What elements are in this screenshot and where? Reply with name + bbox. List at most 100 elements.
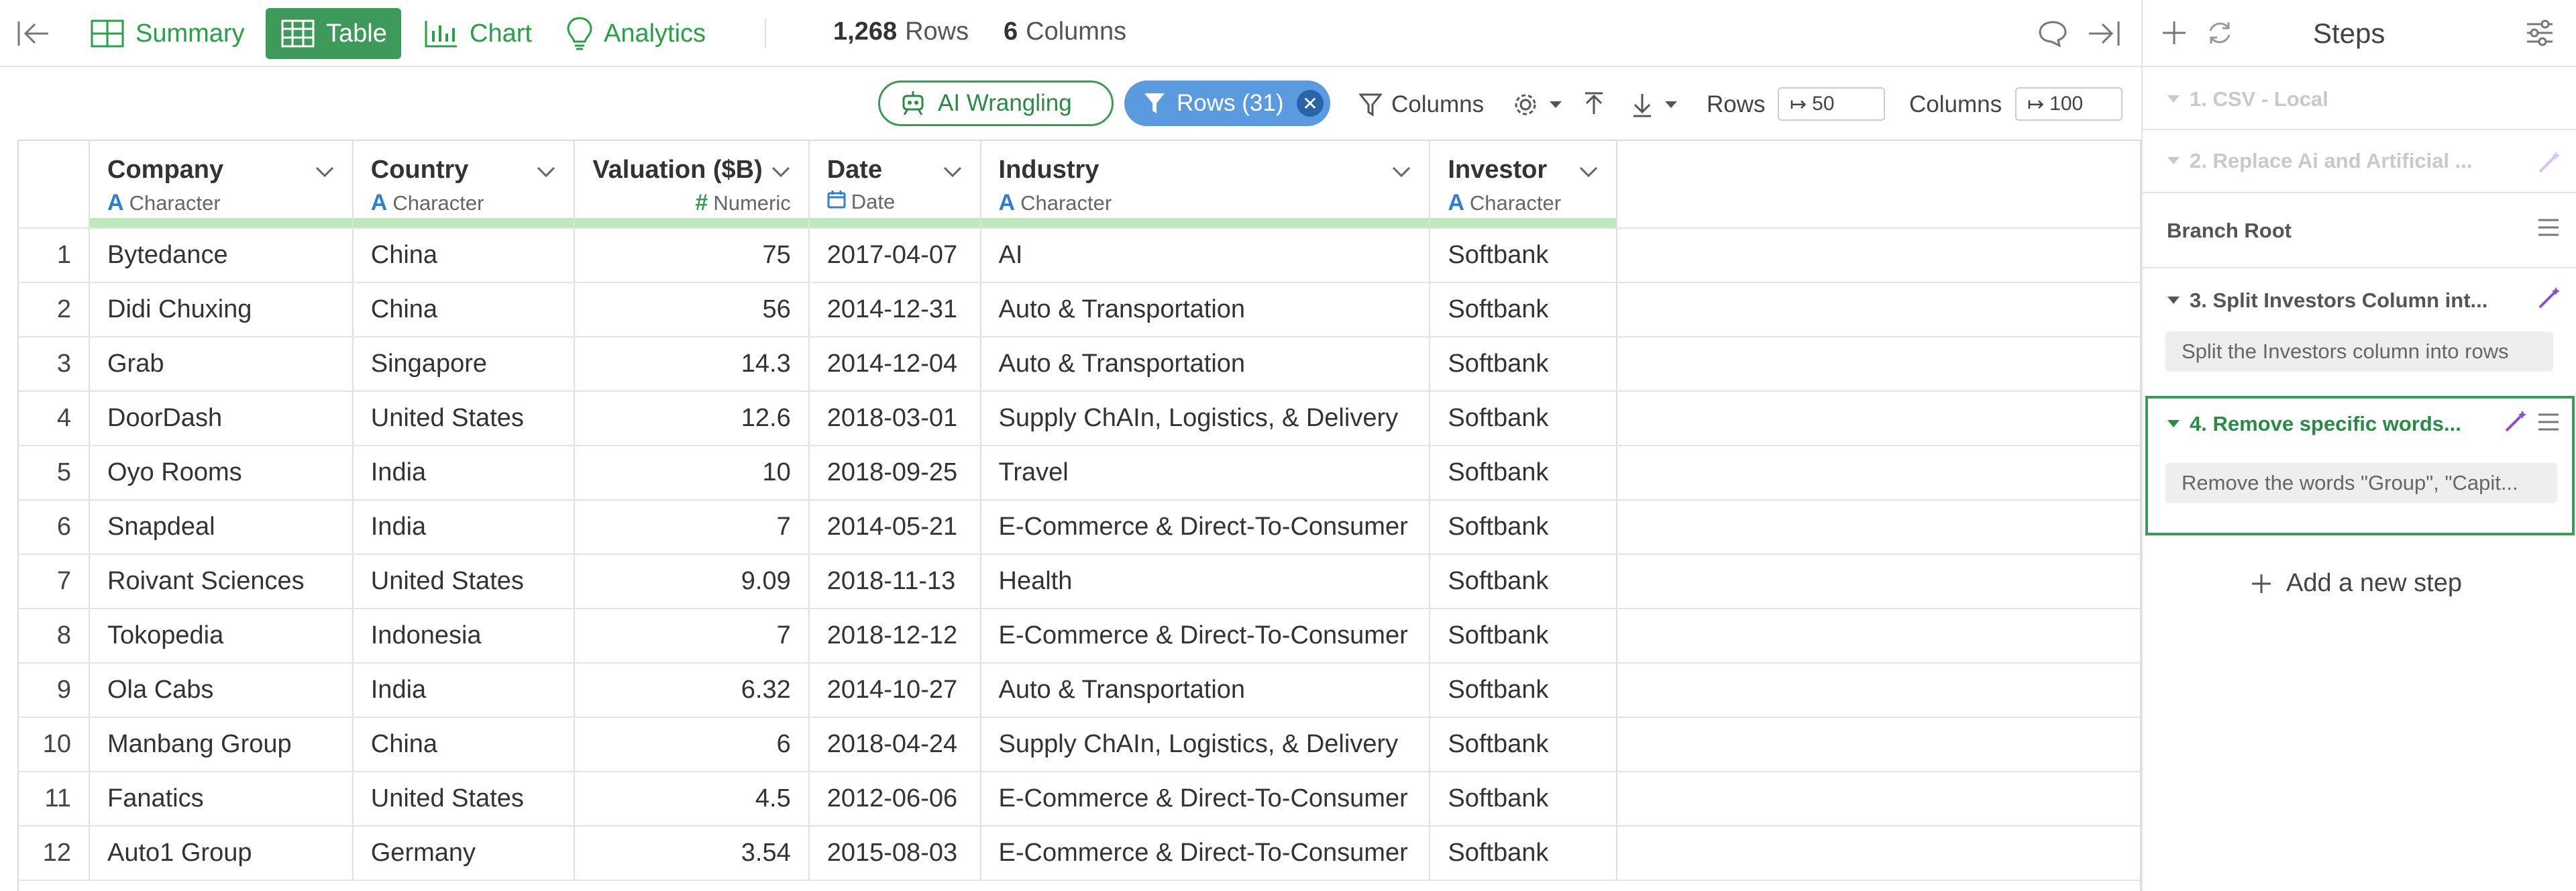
cell-investor[interactable]: Softbank xyxy=(1430,228,1618,283)
cell-valuation[interactable]: 14.3 xyxy=(574,337,810,392)
cell-investor[interactable]: Softbank xyxy=(1430,282,1618,337)
cell-company[interactable]: Fanatics xyxy=(89,772,354,827)
cell-company[interactable]: Oyo Rooms xyxy=(89,446,354,501)
cell-investor[interactable]: Softbank xyxy=(1430,554,1618,609)
cell-date[interactable]: 2018-12-12 xyxy=(808,609,981,664)
cell-valuation[interactable]: 6 xyxy=(574,717,810,772)
cell-company[interactable]: Bytedance xyxy=(89,228,354,283)
cell-valuation[interactable]: 3.54 xyxy=(574,826,810,881)
menu-icon[interactable] xyxy=(2537,412,2560,435)
cell-industry[interactable]: Health xyxy=(980,554,1431,609)
column-header-country[interactable]: Country A Character xyxy=(352,141,576,229)
column-header-date[interactable]: Date Date xyxy=(808,141,981,229)
settings-dropdown[interactable] xyxy=(1512,91,1563,118)
row-index[interactable]: 10 xyxy=(19,717,90,772)
rows-limit-input[interactable]: ↦ 50 xyxy=(1778,87,1885,121)
cell-industry[interactable]: Travel xyxy=(980,446,1431,501)
cell-company[interactable]: Didi Chuxing xyxy=(89,282,354,337)
refresh-icon[interactable] xyxy=(2206,19,2234,50)
rows-filter-chip[interactable]: Rows (31) ✕ xyxy=(1124,81,1330,126)
cell-country[interactable]: Singapore xyxy=(352,337,576,392)
collapse-right-icon[interactable] xyxy=(2086,19,2121,48)
step-1[interactable]: 1. CSV - Local xyxy=(2143,67,2576,129)
cell-valuation[interactable]: 12.6 xyxy=(574,391,810,446)
step-3[interactable]: 3. Split Investors Column int... Split t… xyxy=(2143,268,2576,396)
cell-investor[interactable]: Softbank xyxy=(1430,826,1618,881)
cell-valuation[interactable]: 7 xyxy=(574,609,810,664)
row-index[interactable]: 8 xyxy=(19,609,90,664)
cell-country[interactable]: Indonesia xyxy=(352,609,576,664)
row-index[interactable]: 4 xyxy=(19,391,90,446)
chevron-down-icon[interactable] xyxy=(943,156,963,185)
cell-investor[interactable]: Softbank xyxy=(1430,663,1618,718)
cell-country[interactable]: China xyxy=(352,228,576,283)
row-index[interactable]: 3 xyxy=(19,337,90,392)
cell-industry[interactable]: Auto & Transportation xyxy=(980,337,1431,392)
row-index[interactable]: 1 xyxy=(19,228,90,283)
columns-limit-input[interactable]: ↦ 100 xyxy=(2015,87,2123,121)
ai-wrangling-button[interactable]: AI Wrangling xyxy=(878,81,1114,126)
cell-valuation[interactable]: 7 xyxy=(574,500,810,555)
sliders-icon[interactable] xyxy=(2525,19,2555,50)
cell-industry[interactable]: E-Commerce & Direct-To-Consumer xyxy=(980,826,1431,881)
column-header-industry[interactable]: Industry A Character xyxy=(980,141,1431,229)
cell-country[interactable]: United States xyxy=(352,391,576,446)
column-header-company[interactable]: Company A Character xyxy=(89,141,354,229)
cell-investor[interactable]: Softbank xyxy=(1430,772,1618,827)
cell-valuation[interactable]: 56 xyxy=(574,282,810,337)
chevron-down-icon[interactable] xyxy=(315,156,335,185)
cell-country[interactable]: China xyxy=(352,717,576,772)
close-icon[interactable]: ✕ xyxy=(1297,90,1324,117)
cell-country[interactable]: United States xyxy=(352,772,576,827)
cell-country[interactable]: India xyxy=(352,663,576,718)
magic-wand-icon[interactable] xyxy=(2504,409,2528,437)
cell-company[interactable]: Roivant Sciences xyxy=(89,554,354,609)
cell-company[interactable]: Manbang Group xyxy=(89,717,354,772)
cell-investor[interactable]: Softbank xyxy=(1430,391,1618,446)
tab-analytics[interactable]: Analytics xyxy=(551,8,720,59)
cell-date[interactable]: 2014-10-27 xyxy=(808,663,981,718)
chevron-down-icon[interactable] xyxy=(1391,156,1411,185)
cell-valuation[interactable]: 9.09 xyxy=(574,554,810,609)
step-4[interactable]: 4. Remove specific words... Remove the w… xyxy=(2145,396,2575,535)
cell-valuation[interactable]: 6.32 xyxy=(574,663,810,718)
cell-industry[interactable]: E-Commerce & Direct-To-Consumer xyxy=(980,609,1431,664)
cell-industry[interactable]: Supply ChAIn, Logistics, & Delivery xyxy=(980,391,1431,446)
magic-wand-icon[interactable] xyxy=(2537,286,2561,313)
chevron-down-icon[interactable] xyxy=(536,156,556,185)
cell-country[interactable]: India xyxy=(352,446,576,501)
row-index[interactable]: 11 xyxy=(19,772,90,827)
cell-country[interactable]: Germany xyxy=(352,826,576,881)
comment-icon[interactable] xyxy=(2038,20,2068,47)
add-step-button[interactable]: Add a new step xyxy=(2250,569,2462,598)
row-index[interactable]: 12 xyxy=(19,826,90,881)
column-header-valuation[interactable]: Valuation ($B) # Numeric xyxy=(574,141,810,229)
download-dropdown[interactable] xyxy=(1630,91,1678,118)
chevron-down-icon[interactable] xyxy=(771,156,791,185)
cell-industry[interactable]: E-Commerce & Direct-To-Consumer xyxy=(980,500,1431,555)
row-index[interactable]: 2 xyxy=(19,282,90,337)
cell-investor[interactable]: Softbank xyxy=(1430,609,1618,664)
cell-investor[interactable]: Softbank xyxy=(1430,717,1618,772)
cell-date[interactable]: 2018-09-25 xyxy=(808,446,981,501)
cell-country[interactable]: United States xyxy=(352,554,576,609)
row-index[interactable]: 6 xyxy=(19,500,90,555)
row-index[interactable]: 9 xyxy=(19,663,90,718)
cell-valuation[interactable]: 10 xyxy=(574,446,810,501)
cell-industry[interactable]: AI xyxy=(980,228,1431,283)
plus-icon[interactable] xyxy=(2160,19,2188,50)
columns-filter-button[interactable]: Columns xyxy=(1359,91,1484,118)
cell-company[interactable]: Snapdeal xyxy=(89,500,354,555)
cell-date[interactable]: 2018-03-01 xyxy=(808,391,981,446)
cell-industry[interactable]: Auto & Transportation xyxy=(980,663,1431,718)
cell-industry[interactable]: Auto & Transportation xyxy=(980,282,1431,337)
cell-country[interactable]: India xyxy=(352,500,576,555)
cell-date[interactable]: 2018-11-13 xyxy=(808,554,981,609)
cell-investor[interactable]: Softbank xyxy=(1430,337,1618,392)
column-header-investor[interactable]: Investor A Character xyxy=(1430,141,1618,229)
cell-date[interactable]: 2015-08-03 xyxy=(808,826,981,881)
cell-industry[interactable]: E-Commerce & Direct-To-Consumer xyxy=(980,772,1431,827)
tab-summary[interactable]: Summary xyxy=(75,8,260,59)
cell-investor[interactable]: Softbank xyxy=(1430,446,1618,501)
row-index[interactable]: 5 xyxy=(19,446,90,501)
